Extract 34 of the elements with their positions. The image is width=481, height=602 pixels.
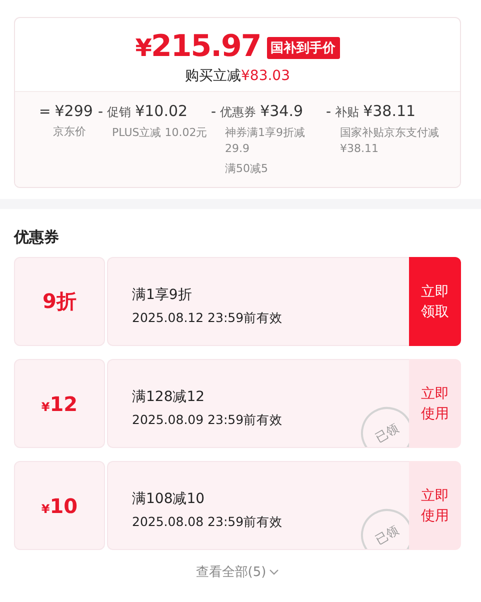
section-title: 优惠券 bbox=[14, 228, 60, 247]
coupon-title: 满1享9折 bbox=[132, 286, 193, 304]
coupon-action-button[interactable]: 立即使用 bbox=[409, 359, 461, 448]
view-all-link[interactable]: 查看全部(5) bbox=[196, 563, 266, 581]
breakdown-amount: ¥299 bbox=[54, 102, 93, 120]
saving-text: 购买立减¥83.03 bbox=[185, 67, 290, 85]
operator-sign: = bbox=[39, 104, 51, 120]
breakdown-amount: ¥10.02 bbox=[135, 102, 188, 120]
operator-sign: - bbox=[326, 104, 332, 120]
breakdown-note: 神券满1享9折减29.9 bbox=[224, 125, 306, 157]
breakdown-note: 满50减5 bbox=[224, 161, 269, 177]
final-price: ¥215.97 bbox=[135, 30, 261, 65]
price-tag: 国补到手价 bbox=[266, 36, 340, 58]
coupon-title: 满108减10 bbox=[132, 490, 206, 508]
coupon-action-button[interactable]: 立即使用 bbox=[409, 461, 461, 550]
operator-sign: - bbox=[98, 104, 104, 120]
breakdown-amount: ¥34.9 bbox=[260, 102, 304, 120]
breakdown-label: 优惠券 bbox=[220, 104, 256, 121]
operator-sign: - bbox=[211, 104, 216, 120]
coupon-action-button[interactable]: 立即领取 bbox=[409, 257, 461, 346]
breakdown-note: 京东价 bbox=[52, 124, 87, 140]
chevron-down-icon bbox=[269, 569, 280, 575]
breakdown-label: 补贴 bbox=[335, 104, 360, 121]
coupon-value: ¥12 bbox=[41, 392, 78, 416]
coupon-value: 9折 bbox=[42, 288, 76, 315]
coupon-validity: 2025.08.08 23:59前有效 bbox=[132, 514, 284, 531]
coupon-title: 满128减12 bbox=[132, 388, 206, 406]
breakdown-note: PLUS立减 10.02元 bbox=[111, 125, 208, 141]
coupon-validity: 2025.08.09 23:59前有效 bbox=[132, 412, 284, 429]
coupon-value: ¥10 bbox=[41, 494, 78, 518]
coupon-validity: 2025.08.12 23:59前有效 bbox=[132, 310, 284, 327]
breakdown-label: 促销 bbox=[107, 104, 132, 121]
breakdown-note: 国家补贴京东支付减¥38.11 bbox=[339, 125, 440, 157]
breakdown-amount: ¥38.11 bbox=[363, 102, 416, 120]
